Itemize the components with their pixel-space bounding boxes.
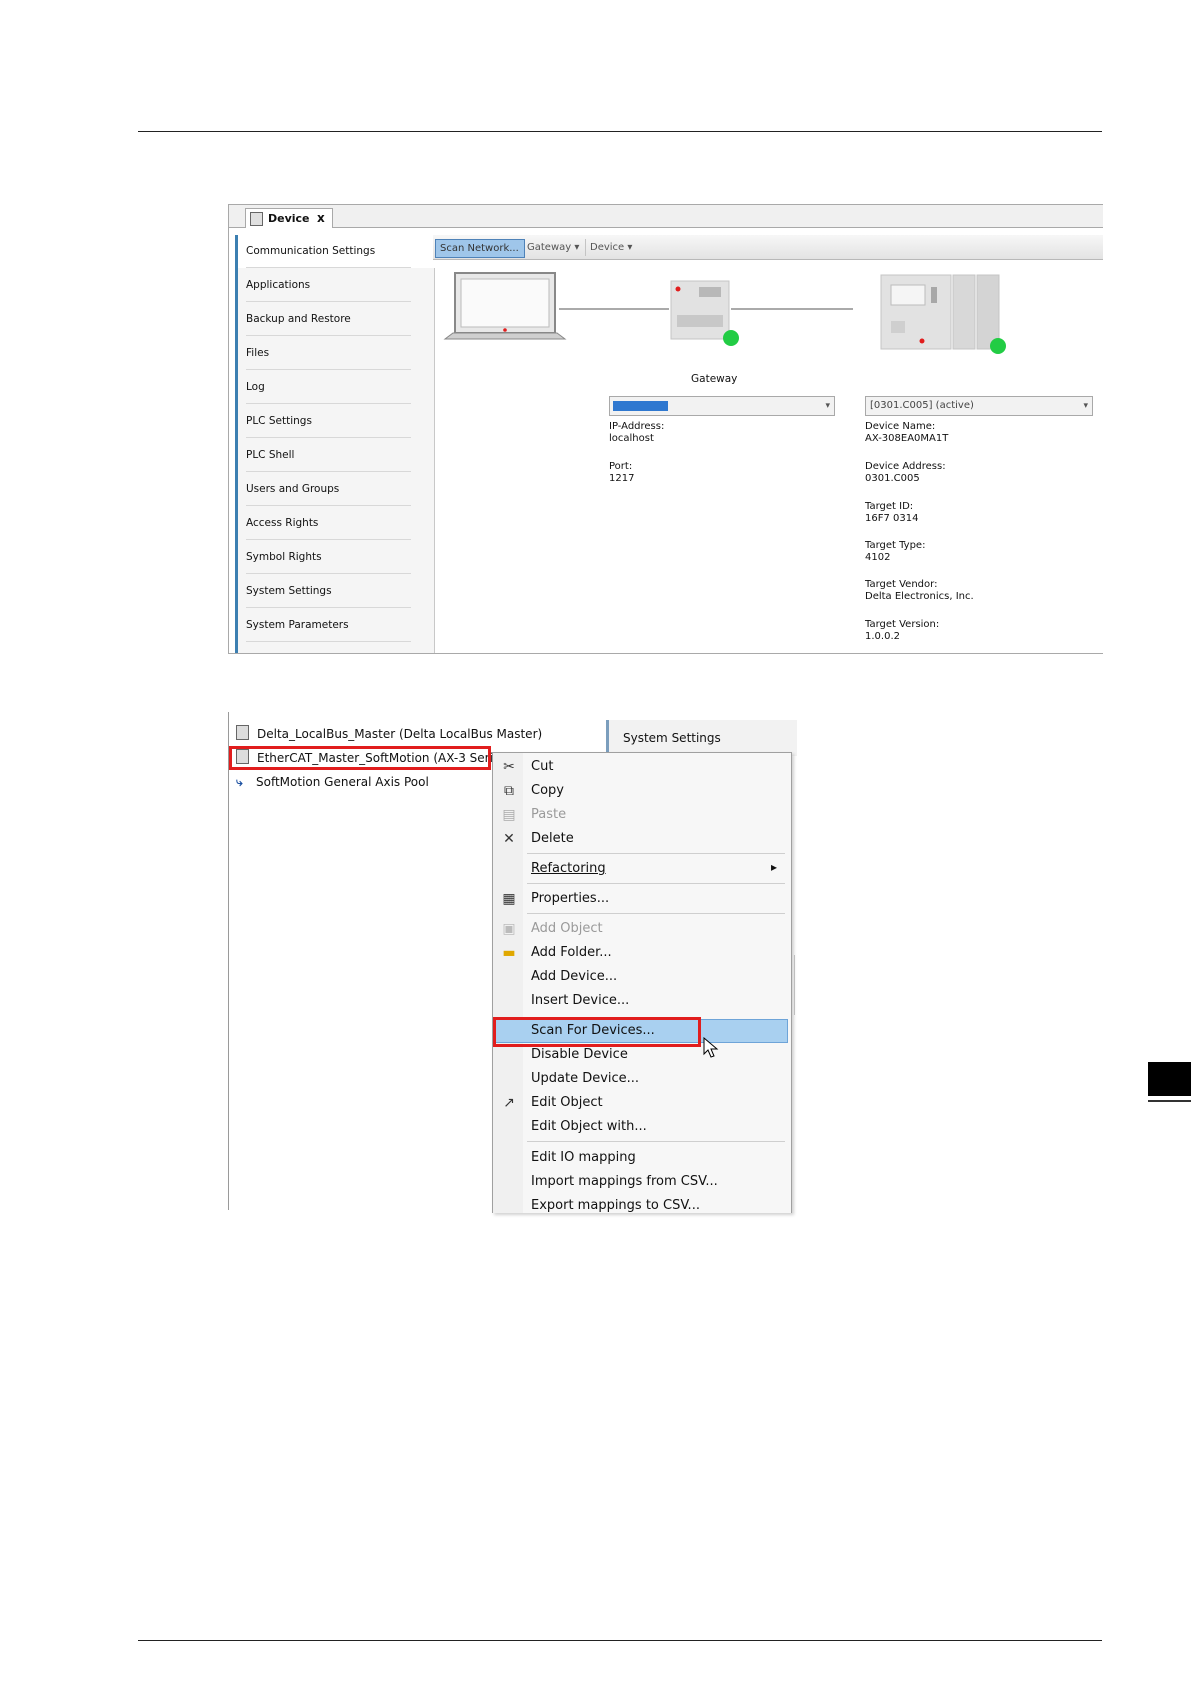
target-vendor-info: Target Vendor: Delta Electronics, Inc.: [865, 579, 974, 602]
menu-separator: [527, 1141, 785, 1142]
copy-icon: ⧉: [504, 783, 514, 799]
nav-item-backup-restore[interactable]: Backup and Restore: [238, 303, 436, 336]
editor-tab-bar: Device x: [229, 205, 1103, 228]
menu-item-paste[interactable]: ▤ Paste: [493, 803, 789, 827]
add-object-icon: ▣: [502, 921, 516, 937]
scissors-icon: ✂: [503, 759, 515, 775]
chevron-down-icon: ▾: [574, 242, 580, 253]
menu-item-properties[interactable]: ▦ Properties...: [493, 887, 789, 911]
device-editor-window: Device x Communication Settings Applicat…: [228, 204, 1103, 654]
nav-item-system-settings[interactable]: System Settings: [238, 575, 436, 608]
system-settings-panel[interactable]: System Settings: [606, 720, 797, 756]
tab-device[interactable]: Device x: [245, 208, 333, 228]
network-diagram: [443, 272, 1006, 354]
delete-icon: ✕: [503, 831, 515, 847]
plc-device-icon: [880, 274, 1006, 354]
device-name-info: Device Name: AX-308EA0MA1T: [865, 421, 949, 444]
menu-item-edit-object[interactable]: ↗ Edit Object: [493, 1091, 789, 1115]
nav-item-access-rights[interactable]: Access Rights: [238, 507, 436, 540]
gateway-select[interactable]: ▾: [609, 396, 835, 416]
chapter-tab: [1148, 1062, 1191, 1096]
nav-item-applications[interactable]: Applications: [238, 269, 436, 302]
menu-separator: [527, 883, 785, 884]
nav-item-files[interactable]: Files: [238, 337, 436, 370]
panel-divider: [794, 955, 795, 1015]
menu-item-edit-io-mapping[interactable]: Edit IO mapping: [493, 1146, 789, 1170]
target-type-info: Target Type: 4102: [865, 540, 926, 563]
close-icon[interactable]: x: [317, 211, 325, 225]
menu-item-refactoring[interactable]: Refactoring ▸: [493, 857, 789, 881]
laptop-icon: [443, 272, 567, 340]
menu-item-add-device[interactable]: Add Device...: [493, 965, 789, 989]
nav-item-system-parameters[interactable]: System Parameters: [238, 609, 436, 642]
nav-item-log[interactable]: Log: [238, 371, 436, 404]
menu-item-export-mappings[interactable]: Export mappings to CSV...: [493, 1194, 789, 1213]
device-menu-button[interactable]: Device ▾: [585, 239, 636, 256]
mouse-cursor-icon: [703, 1037, 719, 1058]
menu-item-cut[interactable]: ✂ Cut: [493, 755, 789, 779]
online-status-icon: [990, 338, 1006, 354]
chevron-down-icon: ▾: [825, 401, 830, 411]
selection-callout: [229, 746, 491, 770]
target-version-info: Target Version: 1.0.0.2: [865, 619, 940, 642]
chapter-tab-underline: [1148, 1100, 1191, 1102]
tree-item-axis-pool[interactable]: ⤷ SoftMotion General Axis Pool: [236, 771, 429, 793]
online-status-icon: [723, 330, 739, 346]
tree-item-localbus-master[interactable]: Delta_LocalBus_Master (Delta LocalBus Ma…: [236, 723, 542, 745]
gateway-icon: [670, 280, 739, 346]
menu-item-update-device[interactable]: Update Device...: [493, 1067, 789, 1091]
device-select[interactable]: [0301.C005] (active) ▾: [865, 396, 1093, 416]
footer-rule: [138, 1640, 1102, 1641]
paste-icon: ▤: [502, 807, 516, 823]
submenu-arrow-icon: ▸: [770, 860, 777, 874]
nav-item-plc-shell[interactable]: PLC Shell: [238, 439, 436, 472]
scan-network-button[interactable]: Scan Network...: [435, 239, 525, 258]
edit-object-icon: ↗: [503, 1095, 515, 1111]
nav-item-plc-settings[interactable]: PLC Settings: [238, 405, 436, 438]
axis-pool-icon: ⤷: [236, 775, 243, 789]
device-nav-sidebar: Communication Settings Applications Back…: [235, 235, 436, 653]
device-icon: [236, 725, 249, 740]
ip-address-info: IP-Address: localhost: [609, 421, 665, 444]
device-address-info: Device Address: 0301.C005: [865, 461, 946, 484]
nav-item-communication-settings[interactable]: Communication Settings: [238, 235, 436, 268]
target-id-info: Target ID: 16F7 0314: [865, 501, 919, 524]
menu-item-import-mappings[interactable]: Import mappings from CSV...: [493, 1170, 789, 1194]
menu-item-insert-device[interactable]: Insert Device...: [493, 989, 789, 1013]
menu-item-edit-object-with[interactable]: Edit Object with...: [493, 1115, 789, 1139]
menu-item-copy[interactable]: ⧉ Copy: [493, 779, 789, 803]
gateway-menu-button[interactable]: Gateway ▾: [523, 239, 583, 256]
nav-item-symbol-rights[interactable]: Symbol Rights: [238, 541, 436, 574]
header-rule: [138, 131, 1102, 132]
properties-icon: ▦: [502, 891, 516, 907]
chevron-down-icon: ▾: [1083, 401, 1088, 411]
menu-item-add-object[interactable]: ▣ Add Object: [493, 917, 789, 941]
gateway-label: Gateway: [691, 373, 738, 385]
tab-device-label: Device: [268, 212, 310, 225]
menu-item-add-folder[interactable]: ▬ Add Folder...: [493, 941, 789, 965]
scan-callout: [493, 1017, 701, 1047]
device-icon: [250, 212, 263, 226]
menu-separator: [527, 853, 785, 854]
menu-separator: [527, 913, 785, 914]
comm-toolbar: Scan Network... Gateway ▾ Device ▾: [433, 235, 1103, 260]
nav-item-users-groups[interactable]: Users and Groups: [238, 473, 436, 506]
folder-icon: ▬: [502, 945, 516, 961]
port-info: Port: 1217: [609, 461, 635, 484]
menu-item-delete[interactable]: ✕ Delete: [493, 827, 789, 851]
context-menu: ✂ Cut ⧉ Copy ▤ Paste ✕ Delete Refactorin…: [492, 752, 792, 1213]
chevron-down-icon: ▾: [627, 242, 633, 253]
